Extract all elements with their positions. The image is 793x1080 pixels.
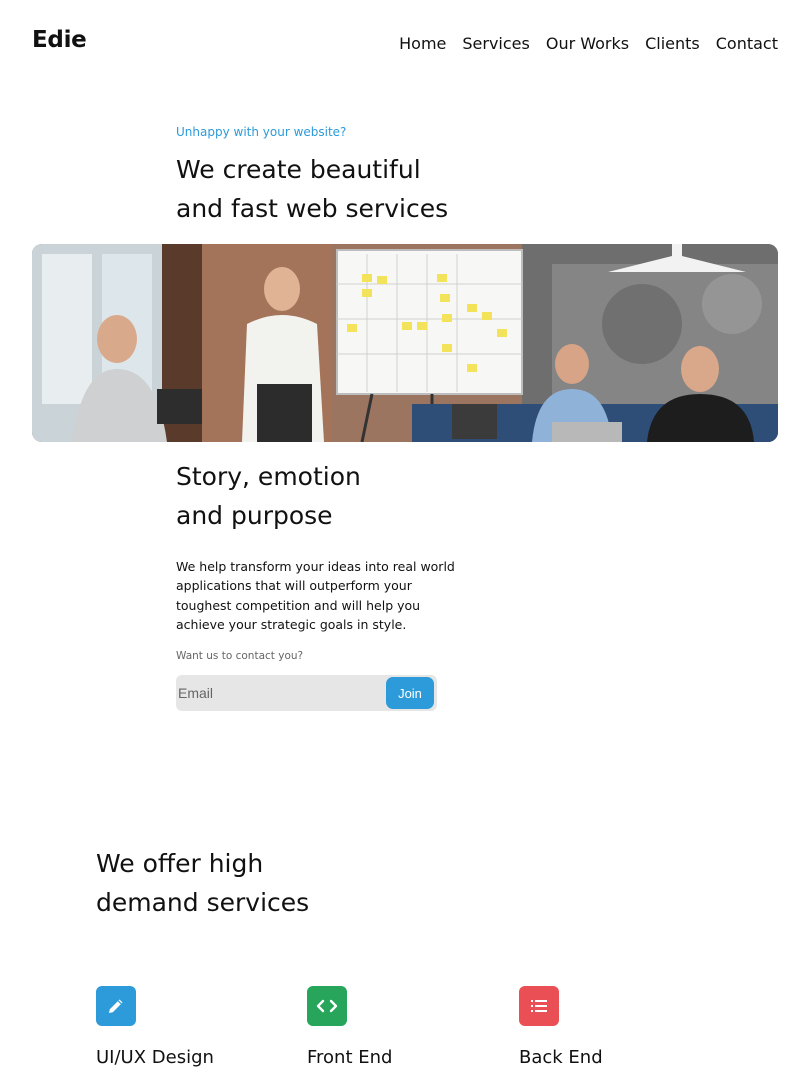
hero-title-line2: and fast web services (176, 194, 449, 223)
service-label: Front End (307, 1047, 393, 1068)
service-label: Back End (519, 1047, 603, 1068)
code-icon (307, 986, 347, 1026)
pencil-icon (96, 986, 136, 1026)
email-input[interactable] (178, 675, 383, 711)
nav-home[interactable]: Home (399, 34, 446, 53)
story-title-line1: Story, emotion (176, 462, 361, 491)
nav-contact[interactable]: Contact (716, 34, 778, 53)
join-button[interactable]: Join (386, 677, 434, 709)
hero-title: We create beautiful and fast web service… (176, 150, 496, 228)
main-nav: Home Services Our Works Clients Contact (383, 34, 778, 53)
hero-title-line1: We create beautiful (176, 155, 421, 184)
services-title: We offer high demand services (96, 844, 396, 922)
service-back-end[interactable]: Back End (519, 986, 603, 1068)
hero-team-photo (32, 244, 778, 442)
service-label: UI/UX Design (96, 1047, 214, 1068)
list-icon (519, 986, 559, 1026)
story-title-line2: and purpose (176, 501, 333, 530)
nav-clients[interactable]: Clients (645, 34, 700, 53)
services-title-line2: demand services (96, 888, 310, 917)
story-title: Story, emotion and purpose (176, 457, 476, 535)
hero-eyebrow: Unhappy with your website? (176, 125, 347, 139)
service-front-end[interactable]: Front End (307, 986, 392, 1068)
services-title-line1: We offer high (96, 849, 264, 878)
story-description: We help transform your ideas into real w… (176, 559, 455, 632)
service-ui-ux-design[interactable]: UI/UX Design (96, 986, 214, 1068)
email-signup-form: Join (176, 675, 437, 711)
logo[interactable]: Edie (32, 27, 87, 53)
nav-services[interactable]: Services (462, 34, 529, 53)
contact-prompt: Want us to contact you? (176, 650, 304, 662)
nav-our-works[interactable]: Our Works (546, 34, 629, 53)
